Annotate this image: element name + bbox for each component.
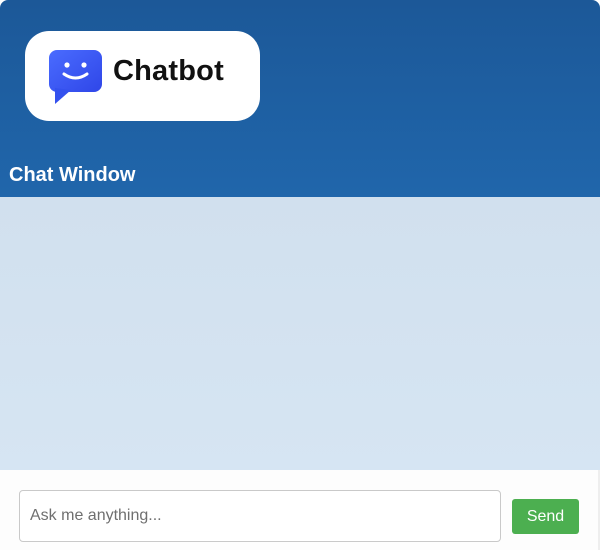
chat-header: Chatbot Chat Window <box>0 0 600 197</box>
chat-bubble-smiley-icon <box>49 50 102 104</box>
chat-messages-area[interactable] <box>0 197 600 470</box>
message-input[interactable] <box>19 490 501 542</box>
send-button[interactable]: Send <box>512 499 579 534</box>
composer: Send <box>0 470 600 550</box>
logo: Chatbot <box>25 31 260 121</box>
chat-window-title: Chat Window <box>9 164 136 186</box>
chatbot-app: Chatbot Chat Window Send <box>0 0 600 550</box>
logo-text: Chatbot <box>113 55 224 87</box>
